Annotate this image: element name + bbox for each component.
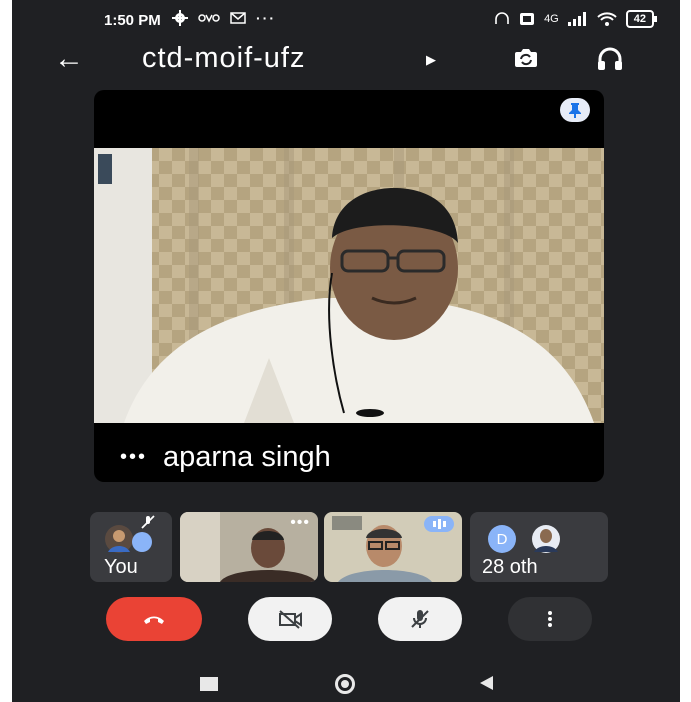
mic-muted-small-icon xyxy=(141,515,155,529)
gmail-icon xyxy=(230,12,246,24)
meet-app-screen: 1:50 PM ··· 4G 42 ← ctd-moif-ufz ▶ ••• a… xyxy=(12,0,680,702)
camera-toggle-button[interactable] xyxy=(248,597,332,641)
mic-toggle-button[interactable] xyxy=(378,597,462,641)
video-frame-illustration xyxy=(94,148,604,423)
speaking-indicator-icon xyxy=(424,516,454,532)
headphones-icon[interactable] xyxy=(596,46,624,72)
participant-video-feed xyxy=(94,148,604,423)
main-video-tile[interactable]: ••• aparna singh xyxy=(94,90,604,482)
participant-name-row: ••• aparna singh xyxy=(120,441,331,474)
mic-off-icon xyxy=(411,610,429,628)
participant-name: aparna singh xyxy=(163,441,331,473)
headset-status-icon xyxy=(495,12,509,24)
ovo-icon xyxy=(198,14,220,23)
recents-nav-icon[interactable] xyxy=(200,677,218,691)
back-nav-icon[interactable] xyxy=(480,676,493,690)
more-vert-icon xyxy=(548,611,552,627)
pin-button[interactable] xyxy=(560,98,590,122)
status-bar: 1:50 PM ··· 4G 42 xyxy=(12,0,680,40)
others-count-label: 28 oth xyxy=(482,556,538,578)
gear-icon xyxy=(172,10,188,26)
signal-icon xyxy=(567,12,586,26)
avatar-d: D xyxy=(488,525,516,553)
meeting-code-title[interactable]: ctd-moif-ufz xyxy=(142,42,305,75)
self-view-tile[interactable]: You xyxy=(90,512,172,582)
status-right-icons: 4G 42 xyxy=(494,10,658,28)
volte-icon xyxy=(520,13,535,25)
tile-2-dots-icon[interactable]: ••• xyxy=(290,514,310,532)
pin-icon xyxy=(569,103,581,118)
more-options-button[interactable] xyxy=(508,597,592,641)
participant-tile-3[interactable] xyxy=(324,512,462,582)
phone-hangup-icon xyxy=(144,616,164,624)
wifi-icon xyxy=(597,12,617,26)
network-type: 4G xyxy=(544,13,559,25)
more-options-dots-icon[interactable]: ••• xyxy=(120,446,147,469)
switch-camera-icon[interactable] xyxy=(512,46,540,70)
status-more-dots-icon: ··· xyxy=(256,10,276,26)
self-label: You xyxy=(104,556,138,578)
status-time: 1:50 PM xyxy=(104,12,161,29)
meeting-header: ← ctd-moif-ufz ▶ xyxy=(12,40,680,80)
chevron-right-icon[interactable]: ▶ xyxy=(426,52,436,68)
home-nav-icon[interactable] xyxy=(335,674,355,694)
status-left-icons: ··· xyxy=(172,10,276,26)
participant-tile-2[interactable]: ••• xyxy=(180,512,318,582)
others-tile[interactable]: D 28 oth xyxy=(470,512,608,582)
back-arrow-icon[interactable]: ← xyxy=(54,42,84,76)
battery-indicator: 42 xyxy=(625,10,658,28)
hangup-button[interactable] xyxy=(106,597,202,641)
android-nav-bar xyxy=(12,660,680,702)
camera-off-icon xyxy=(279,610,302,629)
